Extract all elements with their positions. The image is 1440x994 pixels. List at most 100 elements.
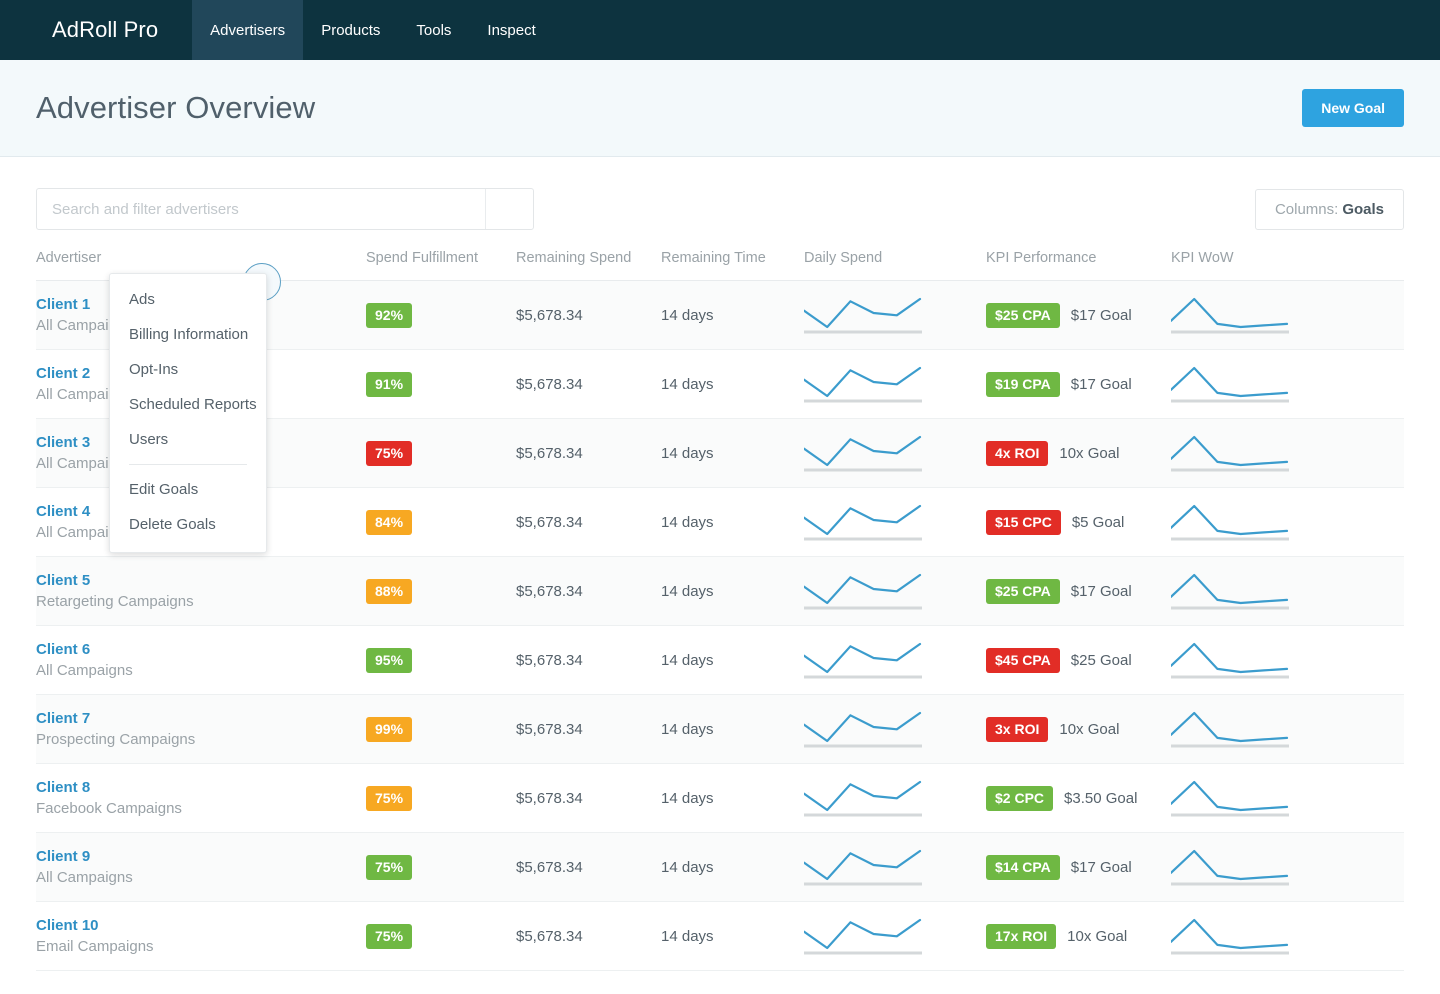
table-row[interactable]: Client 5Retargeting Campaigns88%$5,678.3… — [36, 557, 1404, 626]
cell-kpi-wow — [1171, 557, 1404, 626]
advertiser-link[interactable]: Client 5 — [36, 572, 366, 589]
columns-select-label: Columns: — [1275, 201, 1338, 218]
advertiser-subtitle: All Campaigns — [36, 662, 133, 679]
menu-item-billing-information[interactable]: Billing Information — [110, 317, 266, 352]
menu-item-users[interactable]: Users — [110, 422, 266, 457]
advertiser-link[interactable]: Client 9 — [36, 848, 366, 865]
cell-remaining-time: 14 days — [661, 419, 804, 488]
spend-fulfillment-badge: 84% — [366, 510, 412, 535]
kpi-performance-badge: $15 CPC — [986, 510, 1061, 535]
kpi-performance-badge: 17x ROI — [986, 924, 1056, 949]
cell-kpi-wow — [1171, 833, 1404, 902]
column-header-kpi-wow[interactable]: KPI WoW — [1171, 250, 1404, 281]
columns-select-value: Goals — [1342, 201, 1384, 218]
advertiser-subtitle: Email Campaigns — [36, 938, 154, 955]
advertiser-subtitle: Prospecting Campaigns — [36, 731, 195, 748]
cell-remaining-spend: $5,678.34 — [516, 488, 661, 557]
advertiser-link[interactable]: Client 6 — [36, 641, 366, 658]
cell-daily-spend — [804, 902, 986, 971]
cell-kpi-performance: $19 CPA$17 Goal — [986, 350, 1171, 419]
cell-kpi-performance: $25 CPA $17 Goal — [986, 281, 1171, 350]
cell-remaining-time: 14 days — [661, 350, 804, 419]
menu-item-opt-ins[interactable]: Opt-Ins — [110, 352, 266, 387]
table-row[interactable]: Client 6All Campaigns95%$5,678.3414 days… — [36, 626, 1404, 695]
cell-kpi-wow — [1171, 695, 1404, 764]
advertiser-link[interactable]: Client 10 — [36, 917, 366, 934]
cell-spend-fulfillment: 75% — [366, 902, 516, 971]
brand-logo[interactable]: AdRoll Pro — [52, 0, 192, 60]
cell-advertiser: Client 9All Campaigns — [36, 833, 366, 902]
column-header-spend-fulfillment[interactable]: Spend Fulfillment — [366, 250, 516, 281]
cell-kpi-wow — [1171, 764, 1404, 833]
menu-item-ads[interactable]: Ads — [110, 282, 266, 317]
kpi-goal-label: $17 Goal — [1071, 307, 1132, 324]
nav-item-advertisers[interactable]: Advertisers — [192, 0, 303, 60]
table-row[interactable]: Client 9All Campaigns75%$5,678.3414 days… — [36, 833, 1404, 902]
cell-remaining-spend: $5,678.34 — [516, 902, 661, 971]
cell-spend-fulfillment: 99% — [366, 695, 516, 764]
kpi-goal-label: $17 Goal — [1071, 859, 1132, 876]
nav-item-products[interactable]: Products — [303, 0, 398, 60]
cell-spend-fulfillment: 91% — [366, 350, 516, 419]
cell-spend-fulfillment: 95% — [366, 626, 516, 695]
search-input[interactable] — [37, 189, 485, 229]
cell-spend-fulfillment: 75% — [366, 764, 516, 833]
kpi-performance-badge: $14 CPA — [986, 855, 1060, 880]
column-header-remaining-time[interactable]: Remaining Time — [661, 250, 804, 281]
spend-fulfillment-badge: 75% — [366, 441, 412, 466]
spend-fulfillment-badge: 92% — [366, 303, 412, 328]
cell-remaining-spend: $5,678.34 — [516, 626, 661, 695]
spend-fulfillment-badge: 75% — [366, 855, 412, 880]
cell-kpi-performance: $15 CPC$5 Goal — [986, 488, 1171, 557]
spend-fulfillment-badge: 75% — [366, 924, 412, 949]
cell-advertiser: Client 8 Facebook Campaigns — [36, 764, 366, 833]
spend-fulfillment-badge: 95% — [366, 648, 412, 673]
advertiser-link[interactable]: Client 7 — [36, 710, 366, 727]
columns-select[interactable]: Columns: Goals — [1255, 189, 1404, 230]
kpi-performance-badge: 3x ROI — [986, 717, 1048, 742]
kpi-goal-label: 10x Goal — [1059, 721, 1119, 738]
top-navbar: AdRoll Pro Advertisers Products Tools In… — [0, 0, 1440, 60]
cell-spend-fulfillment: 75% — [366, 833, 516, 902]
menu-item-edit-goals[interactable]: Edit Goals — [110, 472, 266, 507]
table-row[interactable]: Client 8Facebook Campaigns75%$5,678.3414… — [36, 764, 1404, 833]
spend-fulfillment-badge: 88% — [366, 579, 412, 604]
cell-remaining-time: 14 days — [661, 557, 804, 626]
cell-kpi-performance: $45 CPA$25 Goal — [986, 626, 1171, 695]
cell-kpi-performance: $2 CPC$3.50 Goal — [986, 764, 1171, 833]
menu-item-delete-goals[interactable]: Delete Goals — [110, 507, 266, 542]
cell-advertiser: Client 10 Email Campaigns — [36, 902, 366, 971]
cell-remaining-spend: $5,678.34 — [516, 281, 661, 350]
menu-item-scheduled-reports[interactable]: Scheduled Reports — [110, 387, 266, 422]
column-header-kpi-performance[interactable]: KPI Performance — [986, 250, 1171, 281]
cell-remaining-spend: $5,678.34 — [516, 833, 661, 902]
cell-kpi-wow — [1171, 281, 1404, 350]
cell-kpi-performance: 17x ROI10x Goal — [986, 902, 1171, 971]
spend-fulfillment-badge: 91% — [366, 372, 412, 397]
cell-spend-fulfillment: 84% — [366, 488, 516, 557]
column-header-remaining-spend[interactable]: Remaining Spend — [516, 250, 661, 281]
table-row[interactable]: Client 10Email Campaigns75%$5,678.3414 d… — [36, 902, 1404, 971]
column-header-daily-spend[interactable]: Daily Spend — [804, 250, 986, 281]
table-row[interactable]: Client 7Prospecting Campaigns99%$5,678.3… — [36, 695, 1404, 764]
advertiser-subtitle: Facebook Campaigns — [36, 800, 182, 817]
kpi-performance-badge: $2 CPC — [986, 786, 1053, 811]
advertiser-link[interactable]: Client 8 — [36, 779, 366, 796]
nav-item-tools[interactable]: Tools — [398, 0, 469, 60]
cell-spend-fulfillment: 92% — [366, 281, 516, 350]
spend-fulfillment-badge: 99% — [366, 717, 412, 742]
kpi-performance-badge: $25 CPA — [986, 303, 1060, 328]
search-filter-button[interactable] — [485, 189, 533, 229]
toolbar: Columns: Goals — [0, 157, 1440, 230]
cell-daily-spend — [804, 764, 986, 833]
cell-kpi-performance: 3x ROI 10x Goal — [986, 695, 1171, 764]
kpi-goal-label: $17 Goal — [1071, 376, 1132, 393]
cell-daily-spend — [804, 833, 986, 902]
cell-advertiser: Client 6 All Campaigns — [36, 626, 366, 695]
cell-daily-spend — [804, 626, 986, 695]
cell-advertiser: Client 5Retargeting Campaigns — [36, 557, 366, 626]
cell-daily-spend — [804, 557, 986, 626]
nav-item-inspect[interactable]: Inspect — [469, 0, 553, 60]
kpi-goal-label: $25 Goal — [1071, 652, 1132, 669]
new-goal-button[interactable]: New Goal — [1302, 89, 1404, 127]
